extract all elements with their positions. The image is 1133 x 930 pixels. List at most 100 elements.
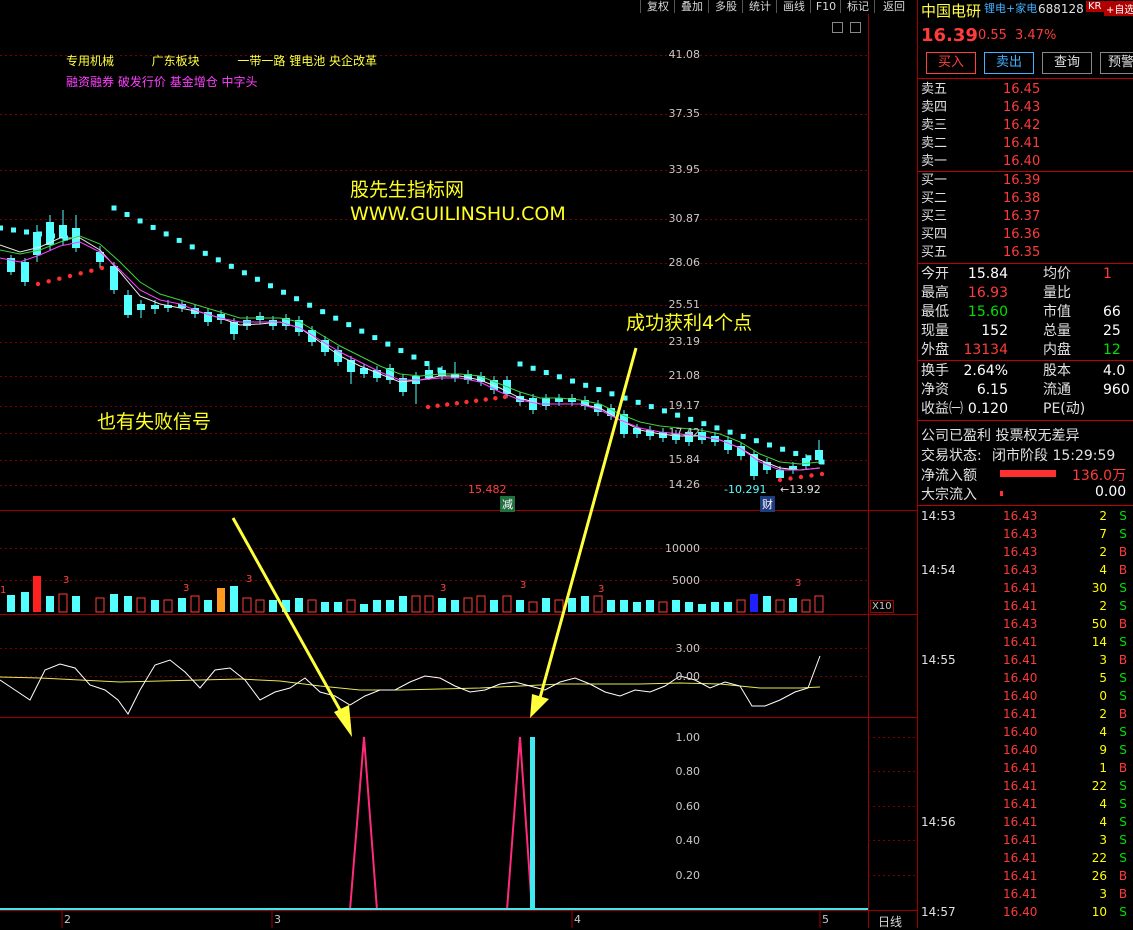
volume-unit: X10 — [870, 600, 894, 613]
orderbook-sell-5[interactable]: 卖五 16.45 — [921, 81, 1133, 99]
orderbook-buy-4[interactable]: 买四 16.36 — [921, 226, 1133, 244]
orderbook-sell-1[interactable]: 卖一 16.40 — [921, 153, 1133, 171]
resistance-dot — [727, 429, 733, 435]
tick-row[interactable]: 16.41 22 S — [921, 849, 1133, 867]
tick-row[interactable]: 16.41 2 B — [921, 705, 1133, 723]
candle-body[interactable] — [425, 370, 433, 378]
orderbook-buy-1[interactable]: 买一 16.39 — [921, 172, 1133, 190]
candle-body[interactable] — [542, 398, 550, 406]
volume-bar — [360, 604, 368, 612]
volume-bar — [568, 598, 576, 612]
volume-bar — [658, 601, 668, 613]
toolbar-mark-button[interactable]: 标记 — [840, 0, 875, 13]
candle-body[interactable] — [21, 262, 29, 282]
tick-row[interactable]: 14:54 16.43 4 B — [921, 561, 1133, 579]
toolbar-multi-stock-button[interactable]: 多股 — [708, 0, 743, 13]
kline-chart[interactable] — [0, 0, 918, 928]
tick-row[interactable]: 16.41 22 S — [921, 777, 1133, 795]
toolbar-fuquan-button[interactable]: 复权 — [640, 0, 675, 13]
tick-row[interactable]: 16.41 4 S — [921, 795, 1133, 813]
candle-body[interactable] — [110, 266, 118, 290]
orderbook-sell-4[interactable]: 卖四 16.43 — [921, 99, 1133, 117]
resistance-dot — [267, 283, 273, 289]
tag-region[interactable]: 广东板块 — [152, 54, 200, 68]
candle-body[interactable] — [776, 470, 784, 478]
tick-row[interactable]: 14:57 16.40 10 S — [921, 903, 1133, 921]
stat-row-netasset: 净资 6.15 流通 960 — [921, 382, 1130, 398]
tick-volume: 14 — [1091, 635, 1107, 649]
toolbar-overlay-button[interactable]: 叠加 — [674, 0, 709, 13]
candle-body[interactable] — [137, 304, 145, 310]
candle-body[interactable] — [124, 295, 132, 315]
candle-body[interactable] — [815, 450, 823, 460]
tick-row[interactable]: 16.41 3 S — [921, 831, 1133, 849]
toolbar-f10-button[interactable]: F10 — [810, 0, 841, 13]
trade-status-value: 闭市阶段 15:29:59 — [992, 448, 1116, 464]
orderbook-sell-3[interactable]: 卖三 16.42 — [921, 117, 1133, 135]
tick-row[interactable]: 16.40 5 S — [921, 669, 1133, 687]
event-badge-reduce[interactable]: 减 — [500, 496, 515, 512]
volume-bar — [711, 602, 719, 612]
volume-bar — [775, 599, 785, 613]
volume-bar — [698, 604, 706, 612]
tag-lithium[interactable]: 锂电池 — [289, 54, 325, 68]
add-favorite-button[interactable]: +自选 — [1104, 1, 1133, 16]
tick-row[interactable]: 16.40 4 S — [921, 723, 1133, 741]
toolbar-draw-button[interactable]: 画线 — [776, 0, 811, 13]
alert-button[interactable]: 预警 — [1100, 52, 1133, 74]
query-button[interactable]: 查询 — [1042, 52, 1092, 74]
candle-body[interactable] — [151, 305, 159, 309]
tag-belt-road[interactable]: 一带一路 — [237, 54, 285, 68]
chart-area[interactable]: 复权 叠加 多股 统计 画线 F10 标记 返回 专用机械 广东板块 一带一路 … — [0, 0, 918, 930]
volume-bar — [386, 600, 394, 612]
orderbook-buy-5[interactable]: 买五 16.35 — [921, 244, 1133, 262]
volume-bar — [136, 597, 146, 613]
tag-central-soe[interactable]: 中字头 — [222, 75, 258, 89]
volume-bar — [72, 596, 80, 612]
tick-row[interactable]: 16.41 30 S — [921, 579, 1133, 597]
tick-row[interactable]: 16.41 14 S — [921, 633, 1133, 651]
tag-fund-increase[interactable]: 基金增仓 — [170, 75, 218, 89]
tick-row[interactable]: 16.43 2 B — [921, 543, 1133, 561]
orderbook-sell-2[interactable]: 卖二 16.41 — [921, 135, 1133, 153]
support-dot — [89, 268, 94, 273]
toolbar-stats-button[interactable]: 统计 — [742, 0, 777, 13]
tick-row[interactable]: 14:56 16.41 4 S — [921, 813, 1133, 831]
period-selector[interactable]: 日线 — [878, 913, 902, 930]
x-axis-label-5: 5 — [822, 913, 829, 926]
tick-row[interactable]: 16.41 3 B — [921, 885, 1133, 903]
price-change-pct: 3.47% — [1015, 28, 1057, 43]
event-badge-finance[interactable]: 财 — [760, 496, 775, 512]
osc-axis-0: 0.00 — [675, 670, 701, 683]
tick-row[interactable]: 16.43 7 S — [921, 525, 1133, 543]
orderbook-buy-3[interactable]: 买三 16.37 — [921, 208, 1133, 226]
tag-margin[interactable]: 融资融券 — [66, 75, 114, 89]
chart-layout-icon[interactable] — [850, 22, 861, 33]
toolbar-back-button[interactable]: 返回 — [874, 0, 913, 13]
tick-row[interactable]: 16.41 1 B — [921, 759, 1133, 777]
resistance-dot — [50, 233, 55, 239]
volume-bar — [151, 600, 159, 612]
tick-row[interactable]: 16.40 9 S — [921, 741, 1133, 759]
resistance-dot — [570, 378, 576, 384]
orderbook-buy-2[interactable]: 买二 16.38 — [921, 190, 1133, 208]
tag-below-ipo[interactable]: 破发行价 — [118, 75, 166, 89]
tag-soe-reform[interactable]: 央企改革 — [329, 54, 377, 68]
tick-row[interactable]: 14:55 16.41 3 B — [921, 651, 1133, 669]
buy-button[interactable]: 买入 — [926, 52, 976, 74]
tick-side: B — [1118, 869, 1128, 883]
tag-industry[interactable]: 专用机械 — [66, 54, 114, 68]
tick-row[interactable]: 16.40 0 S — [921, 687, 1133, 705]
tick-row[interactable]: 16.43 50 B — [921, 615, 1133, 633]
candle-body[interactable] — [724, 440, 732, 450]
tick-row[interactable]: 16.41 26 B — [921, 867, 1133, 885]
tag-line-2: 融资融券 破发行价 基金增仓 中字头 — [66, 73, 258, 90]
chart-settings-icon[interactable] — [832, 22, 843, 33]
volume-bar — [476, 595, 486, 613]
sell-button[interactable]: 卖出 — [984, 52, 1034, 74]
tick-row[interactable]: 16.41 2 S — [921, 597, 1133, 615]
tick-row[interactable]: 14:53 16.43 2 S — [921, 507, 1133, 525]
tick-side: S — [1119, 581, 1127, 595]
candle-body[interactable] — [529, 398, 537, 410]
support-dot — [35, 281, 41, 287]
